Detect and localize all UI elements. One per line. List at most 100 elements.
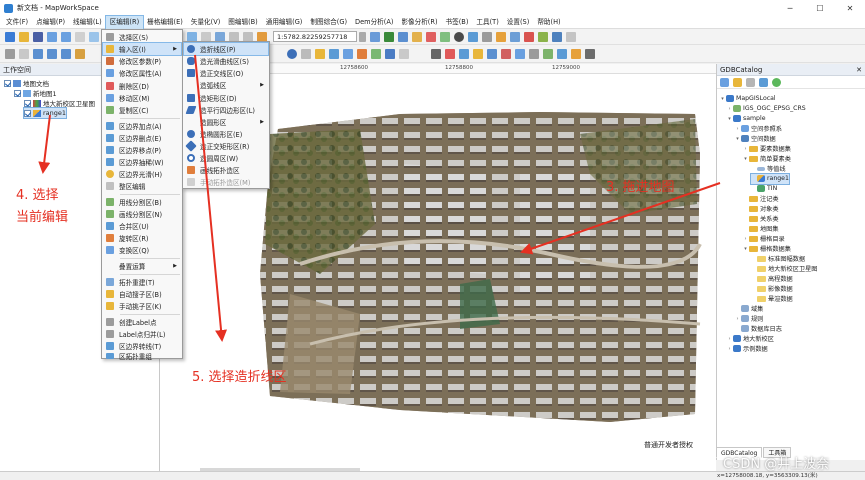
copy-icon[interactable] [343,48,353,59]
layers-icon[interactable] [538,31,548,42]
catalog-item[interactable]: TIN [751,184,777,194]
grid-tool-icon[interactable] [557,48,567,59]
catalog-item[interactable]: ▾ MapGISLocal [720,94,776,104]
palette-icon[interactable] [440,31,450,42]
line-icon[interactable] [47,48,57,59]
check-icon[interactable] [459,48,469,59]
menu-item[interactable]: 移动区(M) [103,92,181,104]
menu-item[interactable]: 手动拓扑造区(M) [184,176,268,188]
menu-item[interactable]: 复制区(C) [103,104,181,116]
connect-icon[interactable] [772,77,781,87]
menu-region-edit[interactable]: 区编辑(R) [104,14,145,30]
arrow-tool-icon[interactable] [431,48,441,59]
catalog-item[interactable]: 关系类 [743,214,779,224]
pan-icon[interactable] [75,31,85,42]
menu-help[interactable]: 帮助(H) [533,16,564,29]
menu-item-input-region[interactable]: 输入区(I) ▶ [102,41,182,57]
label-icon[interactable] [399,48,409,59]
close-icon[interactable]: ✕ [835,0,865,16]
menu-file[interactable]: 文件(F) [2,16,32,29]
node-icon[interactable] [487,48,497,59]
menu-settings[interactable]: 设置(S) [503,16,534,29]
menu-item[interactable]: 造弧线区 ▶ [184,79,268,91]
catalog-item[interactable]: ▾ 简单要素类 [743,154,791,164]
chart-icon[interactable] [412,31,422,42]
menu-item-polyline-region[interactable]: 造折线区(P) [183,41,269,57]
menu-item[interactable]: 区拓扑重组 [103,352,181,361]
catalog-item[interactable]: › 示例数据 [727,344,768,354]
menu-item[interactable]: 造圆形区 ▶ [184,116,268,128]
menu-item[interactable]: 自动搜子区(B) [103,288,181,300]
menu-image-analysis[interactable]: 影像分析(R) [397,16,441,29]
topology-icon[interactable] [385,48,395,59]
catalog-item[interactable]: 影像数据 [751,284,793,294]
menu-item[interactable]: 区边界移点(P) [103,144,181,156]
search-icon[interactable] [759,77,768,87]
catalog-item[interactable]: ▾ 栅格数据集 [743,244,791,254]
cursor-icon[interactable] [5,48,15,59]
save-icon[interactable] [33,31,43,42]
catalog-item[interactable]: › 空间参照系 [735,124,782,134]
minimize-icon[interactable]: ─ [775,0,805,16]
menu-item[interactable]: 造矩形区(D) [184,92,268,104]
chevron-down-icon[interactable] [359,31,366,42]
refresh-icon[interactable] [89,31,99,42]
menu-item[interactable]: 造平行四边形区(L) [184,104,268,116]
menu-item-select-region[interactable]: 选择区(S) [103,31,181,43]
menu-item[interactable]: 造光滑曲线区(S) [184,55,268,67]
catalog-item[interactable]: 晕渲数据 [751,294,793,304]
catalog-item[interactable]: 标准图幅数据 [751,254,805,264]
menu-item[interactable]: 区边界删点(E) [103,132,181,144]
checkbox-icon[interactable] [24,99,31,107]
menu-item-overlay[interactable]: 叠置运算 ▶ [103,260,181,272]
polygon-icon[interactable] [61,48,71,59]
menu-layer-edit[interactable]: 图编辑(B) [224,16,261,29]
menu-item[interactable]: 造椭圆形区(E) [184,128,268,140]
checkbox-icon[interactable] [24,109,31,117]
undo-icon[interactable] [229,31,239,42]
catalog-item[interactable]: 域集 [735,304,763,314]
checkbox-icon[interactable] [14,89,21,97]
map-icon[interactable] [384,31,394,42]
catalog-item[interactable]: 对象类 [743,204,779,214]
point-icon[interactable] [33,48,43,59]
menu-vectorize[interactable]: 矢量化(V) [187,16,224,29]
split-icon[interactable] [371,48,381,59]
rotate-icon[interactable] [75,48,85,59]
cut-icon[interactable] [445,48,455,59]
search-icon[interactable] [370,31,380,42]
measure-icon[interactable] [482,31,492,42]
catalog-item[interactable]: 等值线 [751,164,786,174]
catalog-item[interactable]: 地图集 [743,224,779,234]
zoom-in-icon[interactable] [47,31,57,42]
menu-item[interactable]: 画线拓扑造区 [184,164,268,176]
tree-item-new-map[interactable]: 新地图1 [14,88,57,98]
catalog-item[interactable]: › IGS_OGC_EPSG_CRS [727,104,806,114]
menu-cartographic[interactable]: 制图综合(G) [306,16,351,29]
menu-item[interactable]: 手动挑子区(K) [103,300,181,312]
redo-icon[interactable] [243,31,253,42]
circle-tool-icon[interactable] [287,48,297,59]
menu-item[interactable]: 创建Label点 [103,316,181,328]
lock-icon[interactable] [585,48,595,59]
menu-general-edit[interactable]: 通用编辑(G) [262,16,307,29]
menu-item[interactable]: 区边界抽稀(W) [103,156,181,168]
scale-input[interactable]: 1:5782.82259257718 [273,31,357,42]
maximize-icon[interactable]: ☐ [805,0,835,16]
back-icon[interactable] [720,77,729,87]
catalog-item[interactable]: ▾ sample [727,114,766,124]
menu-item[interactable]: 整区编辑 [103,180,181,192]
catalog-item[interactable]: › 要素数据集 [743,144,791,154]
menu-item[interactable]: 造正交矩形区(R) [184,140,268,152]
catalog-item-range1[interactable]: range1 [750,173,790,185]
cross-icon[interactable] [501,48,511,59]
style-icon[interactable] [426,31,436,42]
tree-item-satellite[interactable]: 地大新校区卫星图 [24,98,95,108]
catalog-item[interactable]: › 栅格目录 [743,234,785,244]
menu-item[interactable]: 区边界光滑(H) [103,168,181,180]
menu-item[interactable]: 修改区参数(P) [103,55,181,67]
tree-item-range1[interactable]: range1 [22,107,68,119]
menu-item[interactable]: 拓扑重建(T) [103,276,181,288]
bar-chart-icon[interactable] [496,31,506,42]
menu-line-edit[interactable]: 线编辑(L) [69,16,106,29]
